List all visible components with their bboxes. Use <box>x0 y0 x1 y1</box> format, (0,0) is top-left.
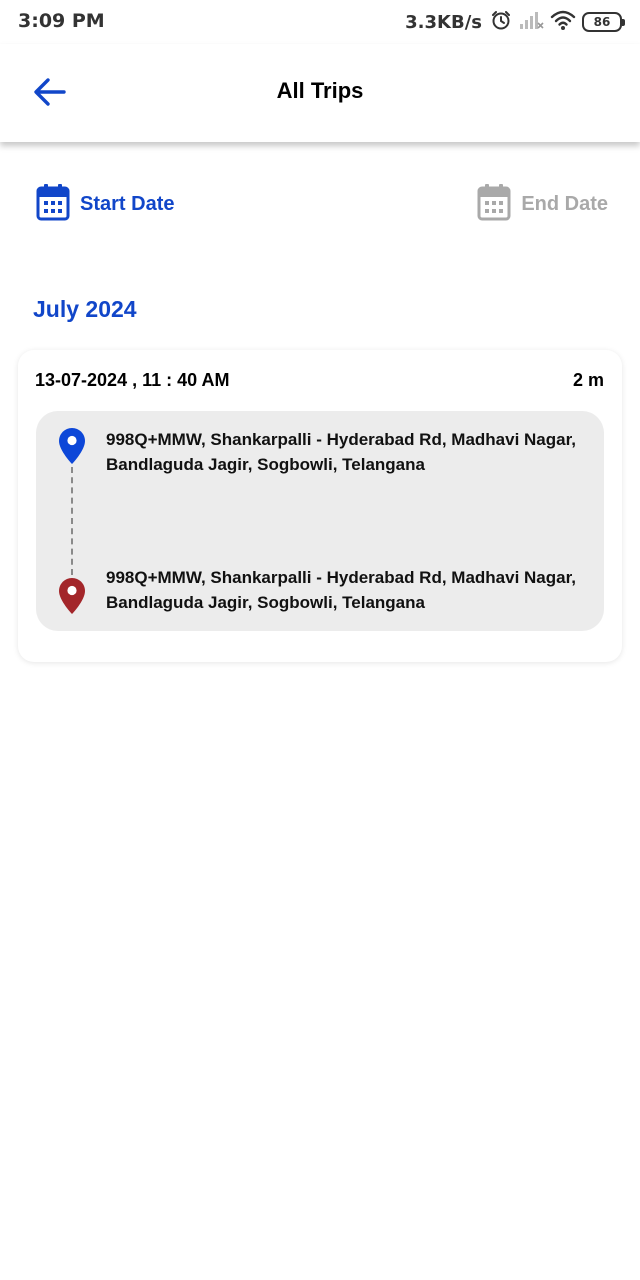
network-speed: 3.3KB/s <box>405 11 482 33</box>
trip-card[interactable]: 13-07-2024 , 11 : 40 AM 2 m 998Q+MMW, Sh… <box>18 350 622 662</box>
trip-datetime: 13-07-2024 , 11 : 40 AM <box>35 370 230 390</box>
route-box: 998Q+MMW, Shankarpalli - Hyderabad Rd, M… <box>36 411 604 631</box>
month-heading: July 2024 <box>33 296 137 322</box>
app-header: All Trips <box>0 44 640 142</box>
wifi-icon <box>550 9 576 36</box>
map-pin-icon <box>58 427 86 465</box>
battery-indicator: 86 <box>582 12 625 32</box>
alarm-icon <box>490 9 512 36</box>
status-bar: 3:09 PM 3.3KB/s 86 <box>0 0 640 44</box>
calendar-icon <box>36 183 70 226</box>
start-date-label: Start Date <box>80 192 175 215</box>
start-date-filter[interactable]: Start Date <box>36 183 175 226</box>
page-title: All Trips <box>276 78 364 103</box>
status-time: 3:09 PM <box>18 10 105 32</box>
route-connector-line <box>71 467 73 575</box>
status-icons: 3.3KB/s 86 <box>405 8 625 36</box>
signal-icon <box>518 9 544 36</box>
end-address: 998Q+MMW, Shankarpalli - Hyderabad Rd, M… <box>106 568 576 612</box>
end-date-label: End Date <box>521 192 608 215</box>
calendar-icon <box>477 183 511 226</box>
trip-duration: 2 m <box>572 370 604 390</box>
map-pin-icon <box>58 577 86 615</box>
start-address: 998Q+MMW, Shankarpalli - Hyderabad Rd, M… <box>106 430 576 474</box>
end-date-filter[interactable]: End Date <box>477 183 608 226</box>
